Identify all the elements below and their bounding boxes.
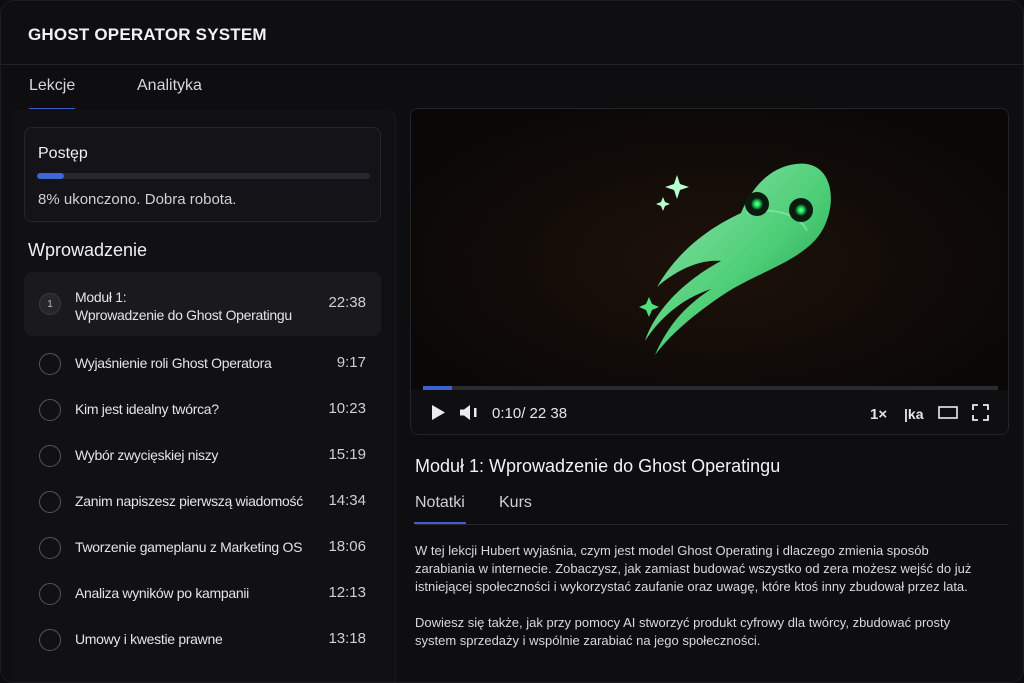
- main-tabs: Lekcje Analityka: [1, 65, 396, 110]
- lesson-title: Kim jest idealny twórca?: [75, 401, 219, 417]
- ghost-illustration: [639, 163, 831, 355]
- lesson-title: Analiza wyników po kampanii: [75, 585, 249, 601]
- progress-bar: [37, 173, 370, 179]
- top-bar: GHOST OPERATOR SYSTEM: [1, 1, 1023, 65]
- lesson-title-line: Moduł 1:: [75, 289, 127, 305]
- app-window: GHOST OPERATOR SYSTEM Lekcje Analityka P…: [0, 0, 1024, 683]
- lesson-duration: 12:13: [328, 584, 366, 601]
- lesson-notes: W tej lekcji Hubert wyjaśnia, czym jest …: [415, 542, 975, 668]
- lesson-title: Wyjaśnienie roli Ghost Operatora: [75, 355, 272, 371]
- lesson-title: Umowy i kwestie prawne: [75, 631, 223, 647]
- progress-bar-fill: [37, 173, 64, 179]
- content-tabs: Notatki Kurs: [414, 493, 1009, 525]
- lesson-item-1[interactable]: 1 Moduł 1: Wprowadzenie do Ghost Operatin…: [24, 272, 381, 336]
- notes-paragraph: W tej lekcji Hubert wyjaśnia, czym jest …: [415, 543, 972, 594]
- video-frame[interactable]: [411, 109, 1008, 387]
- captions-button[interactable]: |ka: [904, 406, 924, 422]
- sparkle-icon: [639, 297, 659, 317]
- lesson-status-circle: [39, 583, 61, 605]
- fullscreen-icon[interactable]: [972, 404, 989, 421]
- lesson-item-5[interactable]: Zanim napiszesz pierwszą wiadomość 14:34: [24, 478, 381, 524]
- progress-title: Postęp: [38, 145, 88, 162]
- app-title: GHOST OPERATOR SYSTEM: [28, 25, 267, 44]
- lesson-item-8[interactable]: Umowy i kwestie prawne 13:18: [24, 616, 381, 662]
- tab-kurs[interactable]: Kurs: [499, 494, 532, 512]
- lesson-status-circle: [39, 353, 61, 375]
- section-title: Wprowadzenie: [28, 240, 148, 260]
- play-icon[interactable]: [430, 404, 446, 421]
- lesson-duration: 13:18: [328, 630, 366, 647]
- lesson-duration: 15:19: [328, 446, 366, 463]
- lesson-status-circle: [39, 537, 61, 559]
- playback-speed-button[interactable]: 1×: [870, 406, 887, 423]
- lesson-duration: 10:23: [328, 400, 366, 417]
- theater-mode-icon[interactable]: [938, 406, 958, 419]
- lesson-list: 1 Moduł 1: Wprowadzenie do Ghost Operatin…: [24, 272, 381, 662]
- video-player: 0:10/ 22 38 1× |ka: [410, 108, 1009, 435]
- notes-paragraph: Dowiesz się także, jak przy pomocy AI st…: [415, 615, 951, 648]
- progress-card: Postęp 8% ukonczono. Dobra robota.: [24, 127, 381, 222]
- time-display: 0:10/ 22 38: [492, 405, 568, 422]
- tab-lekcje[interactable]: Lekcje: [29, 77, 76, 110]
- lesson-duration: 9:17: [336, 354, 366, 371]
- lesson-title: Zanim napiszesz pierwszą wiadomość: [75, 493, 303, 509]
- lesson-item-7[interactable]: Analiza wyników po kampanii 12:13: [24, 570, 381, 616]
- player-controls: 0:10/ 22 38 1× |ka: [411, 390, 1008, 434]
- lesson-duration: 14:34: [328, 492, 366, 509]
- tab-notatki[interactable]: Notatki: [414, 494, 466, 524]
- lesson-title-line: Wprowadzenie do Ghost Operatingu: [75, 307, 292, 323]
- lesson-sidebar: Postęp 8% ukonczono. Dobra robota. Wprow…: [13, 109, 396, 682]
- lesson-title: Moduł 1: Wprowadzenie do Ghost Operatingu: [75, 288, 315, 324]
- lesson-title: Tworzenie gameplanu z Marketing OS: [75, 539, 303, 555]
- ghost-body: [645, 163, 831, 355]
- lesson-status-circle: [39, 445, 61, 467]
- lesson-title: Wybór zwycięskiej niszy: [75, 447, 219, 463]
- lesson-status-circle: [39, 629, 61, 651]
- sparkle-icon: [665, 175, 689, 199]
- lesson-item-4[interactable]: Wybór zwycięskiej niszy 15:19: [24, 432, 381, 478]
- progress-text: 8% ukonczono. Dobra robota.: [38, 191, 237, 208]
- volume-icon[interactable]: [459, 404, 481, 421]
- lesson-duration: 22:38: [328, 294, 366, 311]
- lesson-number-badge: 1: [39, 293, 61, 315]
- lesson-item-3[interactable]: Kim jest idealny twórca? 10:23: [24, 386, 381, 432]
- lesson-status-circle: [39, 491, 61, 513]
- lesson-heading: Moduł 1: Wprowadzenie do Ghost Operating…: [415, 456, 781, 476]
- tab-analityka[interactable]: Analityka: [137, 77, 202, 95]
- lesson-item-2[interactable]: Wyjaśnienie roli Ghost Operatora 9:17: [24, 340, 381, 386]
- sparkle-icon: [656, 197, 670, 211]
- lesson-duration: 18:06: [328, 538, 366, 555]
- lesson-status-circle: [39, 399, 61, 421]
- lesson-item-6[interactable]: Tworzenie gameplanu z Marketing OS 18:06: [24, 524, 381, 570]
